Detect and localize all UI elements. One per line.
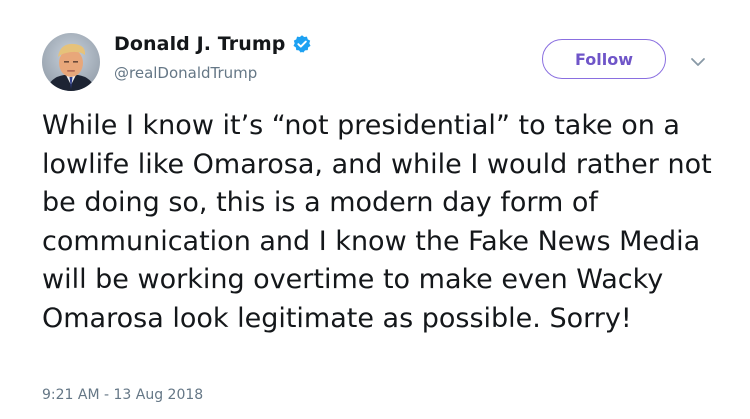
profile-photo-icon [42,33,100,91]
verified-badge-icon [292,34,312,54]
tweet-card: Donald J. Trump @realDonaldTrump Follow … [0,0,750,419]
user-handle[interactable]: @realDonaldTrump [114,64,257,82]
avatar[interactable] [42,33,100,91]
follow-button[interactable]: Follow [542,39,666,79]
tweet-timestamp[interactable]: 9:21 AM - 13 Aug 2018 [42,387,203,403]
tweet-text: While I know it’s “not presidential” to … [42,110,712,334]
display-name[interactable]: Donald J. Trump [114,33,285,55]
chevron-down-icon[interactable] [690,53,706,66]
author-name-row: Donald J. Trump [114,33,312,55]
